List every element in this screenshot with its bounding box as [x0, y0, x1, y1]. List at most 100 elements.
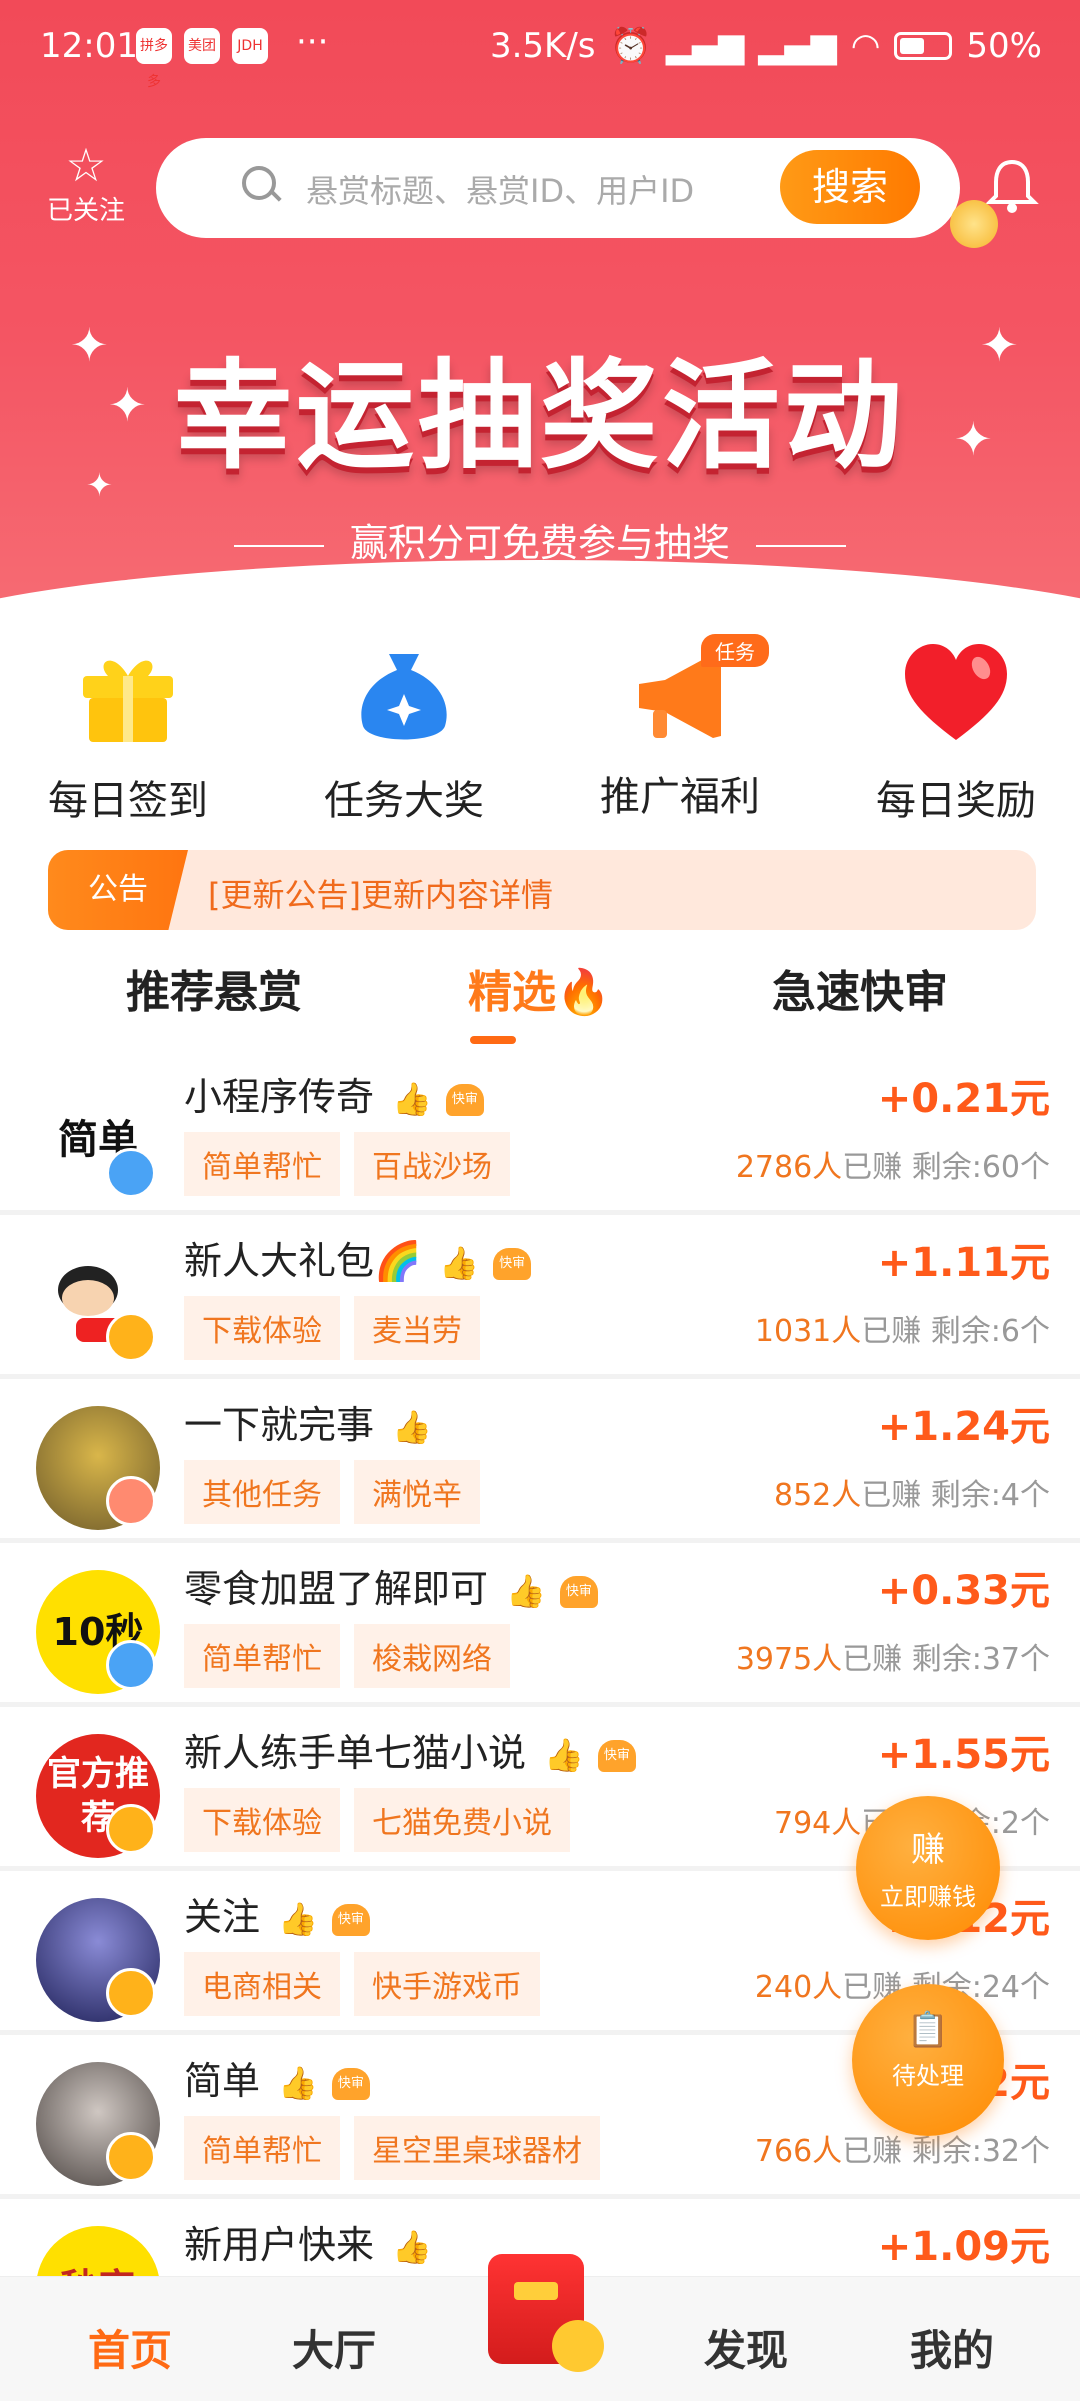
search-button[interactable]: 搜索 [780, 150, 920, 224]
level-badge-icon [106, 1312, 156, 1362]
task-tag: 简单帮忙 [184, 1624, 340, 1688]
task-tag: 简单帮忙 [184, 2116, 340, 2180]
task-earned: 已赚 [842, 1150, 903, 1185]
fast-review-icon: 快审 [559, 1575, 598, 1608]
quick-action-promo-benefits[interactable]: 任务 推广福利 [560, 634, 800, 822]
coins-icon [552, 2320, 604, 2372]
page-dot [572, 582, 586, 596]
quick-action-daily-reward[interactable]: 每日奖励 [836, 640, 1076, 826]
battery-level: 50% [966, 26, 1042, 66]
nav-discover[interactable]: 发现 [704, 2317, 788, 2378]
task-tag: 简单帮忙 [184, 1132, 340, 1196]
task-stats: 766人已赚 剩余:32个 [755, 2126, 1050, 2170]
tab-featured[interactable]: 精选🔥 [468, 956, 611, 1020]
list-item[interactable]: 新人大礼包🌈 👍 快审 下载体验 麦当劳 +1.11元 1031人已赚 剩余:6个 [0, 1214, 1080, 1379]
earn-now-button[interactable]: 赚 立即赚钱 [856, 1796, 1000, 1940]
banner-title: 幸运抽奖活动 [173, 347, 906, 485]
task-title: 新用户快来 👍 [184, 2214, 432, 2269]
task-stats: 3975人已赚 剩余:37个 [736, 1634, 1050, 1678]
fast-review-icon: 快审 [597, 1739, 636, 1772]
nav-home[interactable]: 首页 [88, 2317, 172, 2378]
fast-review-icon: 快审 [493, 1247, 532, 1280]
task-count: 1031人 [754, 1314, 862, 1349]
page-dot [500, 582, 514, 596]
quick-action-daily-checkin[interactable]: 每日签到 [8, 640, 248, 826]
network-speed: 3.5K/s [489, 26, 596, 66]
page-dot-active [464, 582, 478, 596]
task-tag: 电商相关 [184, 1952, 340, 2016]
page-dot [536, 582, 550, 596]
task-earned: 已赚 [842, 1642, 903, 1677]
earn-icon: 赚 [911, 1830, 945, 1870]
task-tag: 星空里桌球器材 [354, 2116, 600, 2180]
task-count: 794人 [773, 1806, 862, 1841]
task-remain: 剩余:60个 [911, 1150, 1050, 1185]
task-title: 小程序传奇 👍 快审 [184, 1066, 484, 1121]
search-input[interactable]: 悬赏标题、悬赏ID、用户ID [306, 166, 694, 212]
thumbs-up-icon: 👍 [392, 1408, 432, 1446]
announcement-text[interactable]: [更新公告]更新内容详情 [208, 870, 553, 916]
bell-icon[interactable] [984, 156, 1040, 216]
thumbs-up-icon: 👍 [392, 2228, 432, 2266]
coin-decoration [950, 200, 998, 248]
search-icon [242, 166, 276, 200]
quick-action-label: 推广福利 [600, 774, 760, 820]
arrow-icon [233, 544, 324, 547]
task-tags: 下载体验 麦当劳 [184, 1296, 480, 1360]
task-reward: +0.21元 [877, 1076, 1050, 1122]
banner-subtitle: 赢积分可免费参与抽奖 [0, 512, 1080, 567]
level-badge-icon [106, 1476, 156, 1526]
quick-action-task-prize[interactable]: 任务大奖 [284, 640, 524, 826]
follow-label: 已关注 [46, 196, 125, 226]
tab-fast-review[interactable]: 急速快审 [772, 956, 948, 1020]
alarm-icon: ⏰ [609, 26, 652, 66]
follow-button[interactable]: ☆ 已关注 [40, 140, 132, 227]
task-tags: 简单帮忙 星空里桌球器材 [184, 2116, 600, 2180]
task-title: 一下就完事 👍 [184, 1394, 432, 1449]
task-tags: 下载体验 七猫免费小说 [184, 1788, 570, 1852]
banner-pagination [464, 582, 622, 596]
list-item[interactable]: 10秒 零食加盟了解即可 👍 快审 简单帮忙 梭栽网络 +0.33元 3975人已赚 … [0, 1542, 1080, 1707]
task-tag: 下载体验 [184, 1788, 340, 1852]
nav-mine[interactable]: 我的 [910, 2317, 994, 2378]
thumbs-up-icon: 👍 [544, 1736, 584, 1774]
task-title-text: 新人大礼包🌈 [184, 1239, 422, 1283]
announcement-bar[interactable]: 公告 [更新公告]更新内容详情 [48, 850, 1036, 930]
level-badge-icon [106, 1804, 156, 1854]
task-tag: 百战沙场 [354, 1132, 510, 1196]
status-bar: 12:01 拼多多 美团 JDH ··· 3.5K/s ⏰ ▂▄▆ ▂▄▆ ◠ … [0, 0, 1080, 96]
task-reward: +1.09元 [877, 2224, 1050, 2270]
list-item[interactable]: 一下就完事 👍 其他任务 满悦辛 +1.24元 852人已赚 剩余:4个 [0, 1378, 1080, 1543]
heart-icon [905, 644, 1007, 740]
meituan-icon: 美团 [184, 28, 220, 64]
star-icon: ☆ [65, 138, 107, 192]
announcement-label: 公告 [48, 850, 188, 930]
task-title-text: 简单 [184, 2059, 261, 2103]
level-badge-icon [106, 1148, 156, 1198]
task-count: 2786人 [735, 1150, 843, 1185]
wifi-icon: ◠ [850, 26, 881, 66]
task-reward: +1.55元 [877, 1732, 1050, 1778]
search-bar[interactable]: 悬赏标题、悬赏ID、用户ID 搜索 [156, 138, 960, 238]
banner[interactable]: 12:01 拼多多 美团 JDH ··· 3.5K/s ⏰ ▂▄▆ ▂▄▆ ◠ … [0, 0, 1080, 612]
list-item[interactable]: 简单 小程序传奇 👍 快审 简单帮忙 百战沙场 +0.21元 2786人已赚 剩余:6… [0, 1050, 1080, 1215]
task-tags: 简单帮忙 百战沙场 [184, 1132, 510, 1196]
task-remain: 剩余:32个 [911, 2134, 1050, 2169]
thumbs-up-icon: 👍 [392, 1080, 432, 1118]
pending-button[interactable]: 📋 待处理 [852, 1984, 1004, 2136]
thumbs-up-icon: 👍 [278, 2064, 318, 2102]
task-title-text: 一下就完事 [184, 1403, 375, 1447]
tab-recommended[interactable]: 推荐悬赏 [126, 956, 302, 1020]
task-earned: 已赚 [861, 1478, 922, 1513]
level-badge-icon [106, 2132, 156, 2182]
tab-active-indicator [470, 1036, 516, 1044]
battery-icon [894, 32, 953, 60]
more-status-icon: ··· [296, 22, 329, 62]
nav-hall[interactable]: 大厅 [292, 2317, 376, 2378]
task-reward: +1.11元 [877, 1240, 1050, 1286]
task-remain: 剩余:6个 [930, 1314, 1050, 1349]
task-title: 新人练手单七猫小说 👍 快审 [184, 1722, 636, 1777]
task-title-text: 小程序传奇 [184, 1075, 375, 1119]
earn-now-label: 立即赚钱 [880, 1883, 976, 1911]
thumbs-up-icon: 👍 [439, 1244, 480, 1282]
